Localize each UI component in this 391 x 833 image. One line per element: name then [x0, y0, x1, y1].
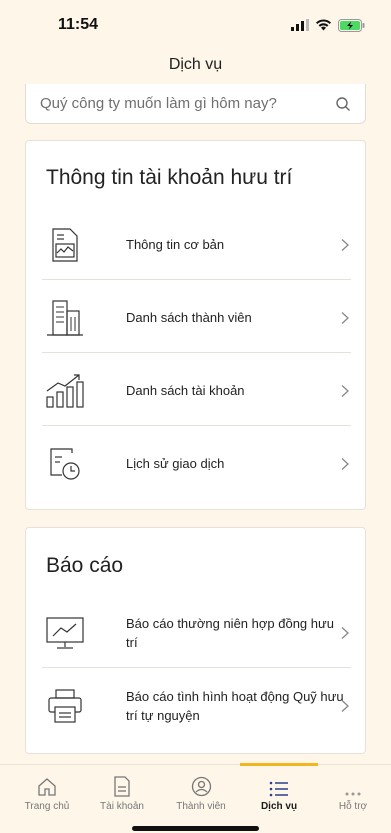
list-icon — [269, 781, 288, 797]
tab-members[interactable]: Thành viên — [166, 765, 236, 812]
wifi-icon — [316, 19, 331, 31]
menu-item-annual-report[interactable]: Báo cáo thường niên hợp đồng hưu trí — [42, 596, 351, 669]
search-input[interactable]: Quý công ty muốn làm gì hôm nay? — [25, 84, 366, 124]
status-time: 11:54 — [58, 16, 99, 33]
menu-item-label: Thông tin cơ bản — [126, 237, 225, 252]
monitor-chart-icon — [44, 612, 86, 654]
menu-item-member-list[interactable]: Danh sách thành viên — [42, 281, 351, 354]
bottom-tab-bar: Trang chủ Tài khoản Thành viên Dịch vụ H… — [0, 763, 391, 833]
tab-services[interactable]: Dịch vụ — [244, 765, 314, 812]
report-section-title: Báo cáo — [46, 554, 124, 577]
chevron-right-icon — [341, 699, 349, 712]
menu-item-fund-activity-report[interactable]: Báo cáo tình hình hoạt động Quỹ hưu trí … — [42, 669, 351, 742]
divider — [42, 352, 351, 353]
account-info-card: Thông tin tài khoản hưu trí Thông tin cơ… — [25, 140, 366, 510]
tab-home[interactable]: Trang chủ — [12, 765, 82, 812]
status-bar: 11:54 — [0, 0, 391, 50]
menu-item-label: Báo cáo thường niên hợp đồng hưu trí — [126, 615, 334, 650]
menu-item-basic-info[interactable]: Thông tin cơ bản — [42, 208, 351, 281]
account-section-title: Thông tin tài khoản hưu trí — [46, 166, 293, 189]
printer-icon — [44, 685, 86, 727]
battery-icon — [338, 18, 365, 32]
chevron-right-icon — [341, 457, 349, 470]
tab-support[interactable]: Hỗ trợ — [318, 765, 388, 812]
search-placeholder: Quý công ty muốn làm gì hôm nay? — [40, 95, 277, 112]
home-icon — [38, 778, 56, 796]
report-card: Báo cáo Báo cáo thường niên hợp đồng hưu… — [25, 527, 366, 754]
menu-item-label: Báo cáo tình hình hoạt động Quỹ hưu trí … — [126, 688, 344, 723]
menu-item-label: Danh sách thành viên — [126, 310, 252, 325]
document-chart-icon — [44, 224, 86, 266]
tab-label: Hỗ trợ — [338, 801, 368, 812]
chevron-right-icon — [341, 626, 349, 639]
tab-label: Trang chủ — [24, 801, 70, 812]
tab-label: Dịch vụ — [260, 801, 298, 812]
menu-item-account-list[interactable]: Danh sách tài khoản — [42, 354, 351, 427]
divider — [42, 425, 351, 426]
more-dots-icon — [345, 792, 361, 796]
chevron-right-icon — [341, 311, 349, 324]
home-indicator — [132, 826, 259, 831]
history-clock-icon — [44, 443, 86, 485]
status-icons — [291, 18, 365, 32]
growth-chart-icon — [44, 370, 86, 412]
building-icon — [44, 297, 86, 339]
divider — [42, 667, 351, 668]
menu-item-transaction-history[interactable]: Lịch sử giao dịch — [42, 427, 351, 500]
menu-item-label: Lịch sử giao dịch — [126, 456, 225, 471]
chevron-right-icon — [341, 384, 349, 397]
page-title: Dịch vụ — [168, 56, 223, 73]
tab-label: Thành viên — [176, 801, 226, 812]
tab-label: Tài khoản — [100, 801, 144, 812]
search-icon[interactable] — [335, 96, 351, 112]
signal-icon — [291, 19, 309, 31]
tab-account[interactable]: Tài khoản — [87, 765, 157, 812]
divider — [42, 279, 351, 280]
member-icon — [191, 776, 211, 797]
chevron-right-icon — [341, 238, 349, 251]
menu-item-label: Danh sách tài khoản — [126, 383, 245, 398]
document-icon — [114, 776, 130, 797]
